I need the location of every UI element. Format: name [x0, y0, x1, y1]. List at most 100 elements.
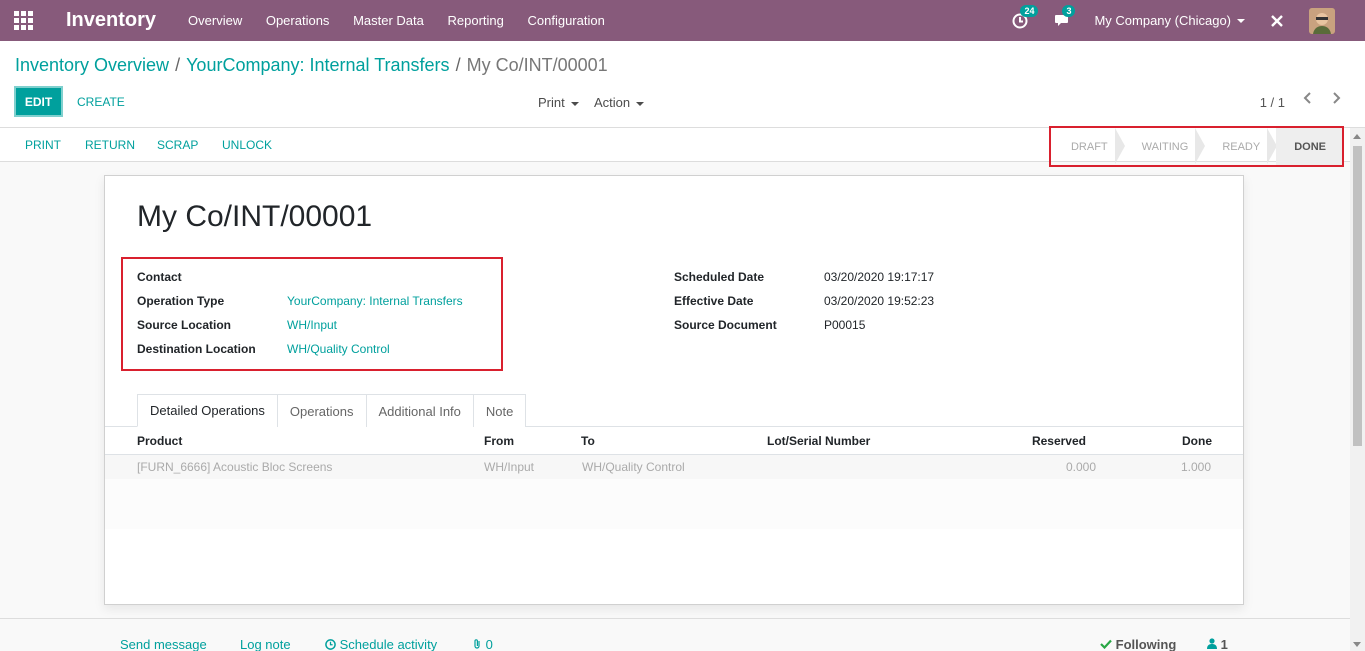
user-icon: [1207, 638, 1217, 649]
field-value: 03/20/2020 19:17:17: [824, 270, 935, 284]
chevron-down-icon: [570, 101, 579, 106]
field-value[interactable]: YourCompany: Internal Transfers: [287, 294, 463, 308]
table-row[interactable]: [FURN_6666] Acoustic Bloc Screens WH/Inp…: [105, 455, 1243, 479]
action-dropdown-label: Action: [594, 95, 631, 110]
scrap-button[interactable]: SCRAP: [157, 138, 198, 152]
attachments-count: 0: [485, 637, 493, 651]
column-done[interactable]: Done: [1182, 434, 1212, 448]
column-reserved[interactable]: Reserved: [1032, 434, 1086, 448]
right-field-group: Scheduled Date 03/20/2020 19:17:17 Effec…: [674, 265, 934, 337]
field-value: P00015: [824, 318, 866, 332]
field-label: Source Document: [674, 318, 777, 332]
following-button[interactable]: Following: [1100, 637, 1176, 651]
column-lot-serial[interactable]: Lot/Serial Number: [767, 434, 870, 448]
chevron-down-icon: [1237, 18, 1245, 23]
log-note-button[interactable]: Log note: [240, 637, 291, 651]
menu-overview[interactable]: Overview: [188, 13, 242, 28]
column-from[interactable]: From: [484, 434, 514, 448]
breadcrumb-current: My Co/INT/00001: [466, 55, 608, 75]
activity-clock-icon[interactable]: 24: [1010, 4, 1039, 31]
messages-chat-icon[interactable]: 3: [1052, 4, 1076, 31]
app-title[interactable]: Inventory: [66, 9, 156, 32]
breadcrumb-separator: /: [175, 55, 181, 75]
scrollbar-thumb[interactable]: [1353, 146, 1362, 446]
followers-count: 1: [1220, 637, 1228, 651]
print-dropdown-label: Print: [538, 95, 565, 110]
create-button[interactable]: CREATE: [77, 95, 125, 109]
action-dropdown[interactable]: Action: [594, 95, 645, 110]
table-header: Product From To Lot/Serial Number Reserv…: [105, 427, 1243, 455]
cell-done: 1.000: [1180, 460, 1211, 474]
pager-previous-icon[interactable]: [1303, 91, 1313, 109]
stage-draft[interactable]: DRAFT: [1053, 128, 1125, 165]
attachments-button[interactable]: 0: [472, 637, 493, 651]
breadcrumb-inventory-overview[interactable]: Inventory Overview: [15, 55, 169, 75]
cell-from: WH/Input: [484, 460, 535, 474]
field-label: Source Location: [137, 318, 232, 332]
menu-reporting[interactable]: Reporting: [448, 13, 504, 28]
paperclip-icon: [474, 639, 480, 649]
chevron-down-icon: [636, 101, 645, 106]
print-dropdown[interactable]: Print: [538, 95, 579, 110]
clock-icon: [325, 639, 336, 650]
status-bar: PRINT RETURN SCRAP UNLOCK DRAFT WAITING …: [0, 126, 1350, 167]
field-label: Destination Location: [137, 342, 256, 356]
following-label: Following: [1115, 637, 1177, 651]
activity-badge: 24: [1020, 4, 1039, 17]
field-label: Scheduled Date: [674, 270, 765, 284]
followers-button[interactable]: 1: [1207, 637, 1228, 651]
page-scrollbar[interactable]: [1350, 128, 1365, 651]
menu-operations[interactable]: Operations: [266, 13, 330, 28]
menu-configuration[interactable]: Configuration: [528, 13, 605, 28]
field-label: Effective Date: [674, 294, 754, 308]
schedule-activity-label: Schedule activity: [339, 637, 438, 651]
stage-done[interactable]: DONE: [1276, 128, 1342, 165]
stage-waiting[interactable]: WAITING: [1124, 128, 1205, 165]
return-button[interactable]: RETURN: [85, 138, 135, 152]
table-empty-area: [105, 479, 1243, 529]
field-contact: Contact: [137, 265, 463, 289]
field-destination-location: Destination Location WH/Quality Control: [137, 337, 463, 361]
tab-operations[interactable]: Operations: [276, 394, 367, 427]
scroll-down-icon[interactable]: [1353, 642, 1361, 647]
breadcrumb: Inventory Overview / YourCompany: Internal…: [15, 55, 608, 76]
breadcrumb-separator: /: [455, 55, 461, 75]
messages-badge: 3: [1062, 4, 1076, 17]
edit-button[interactable]: EDIT: [14, 86, 63, 117]
menu-master-data[interactable]: Master Data: [353, 13, 424, 28]
notebook-tabs: Detailed Operations Operations Additiona…: [137, 394, 527, 427]
field-label: Operation Type: [137, 294, 225, 308]
schedule-activity-button[interactable]: Schedule activity: [325, 637, 437, 651]
field-source-location: Source Location WH/Input: [137, 313, 463, 337]
breadcrumb-internal-transfers[interactable]: YourCompany: Internal Transfers: [186, 55, 449, 75]
company-switcher[interactable]: My Company (Chicago): [1094, 13, 1245, 28]
check-icon: [1100, 639, 1112, 650]
stage-ready[interactable]: READY: [1204, 128, 1278, 165]
cell-reserved: 0.000: [1065, 460, 1096, 474]
column-product[interactable]: Product: [137, 434, 182, 448]
column-to[interactable]: To: [581, 434, 595, 448]
unlock-button[interactable]: UNLOCK: [222, 138, 272, 152]
main-menu: Overview Operations Master Data Reportin…: [188, 13, 625, 28]
user-avatar[interactable]: [1309, 7, 1335, 34]
control-panel: Inventory Overview / YourCompany: Internal…: [0, 41, 1365, 128]
print-button[interactable]: PRINT: [25, 138, 61, 152]
pager-next-icon[interactable]: [1331, 91, 1341, 109]
field-value[interactable]: WH/Input: [287, 318, 337, 332]
field-source-document: Source Document P00015: [674, 313, 934, 337]
pager-value[interactable]: 1 / 1: [1260, 95, 1285, 110]
tab-detailed-operations[interactable]: Detailed Operations: [137, 394, 278, 427]
tab-additional-info[interactable]: Additional Info: [365, 394, 474, 427]
field-operation-type: Operation Type YourCompany: Internal Tra…: [137, 289, 463, 313]
field-scheduled-date: Scheduled Date 03/20/2020 19:17:17: [674, 265, 934, 289]
form-sheet: My Co/INT/00001 Contact Operation Type Y…: [104, 175, 1244, 605]
field-value[interactable]: WH/Quality Control: [287, 342, 390, 356]
field-value: 03/20/2020 19:52:23: [824, 294, 935, 308]
left-field-group: Contact Operation Type YourCompany: Inte…: [137, 265, 463, 361]
record-title: My Co/INT/00001: [137, 200, 373, 233]
scroll-up-icon[interactable]: [1353, 134, 1361, 139]
tab-note[interactable]: Note: [472, 394, 527, 427]
send-message-button[interactable]: Send message: [120, 637, 207, 651]
debug-tools-icon[interactable]: [1267, 11, 1287, 31]
apps-menu-icon[interactable]: [0, 0, 46, 41]
